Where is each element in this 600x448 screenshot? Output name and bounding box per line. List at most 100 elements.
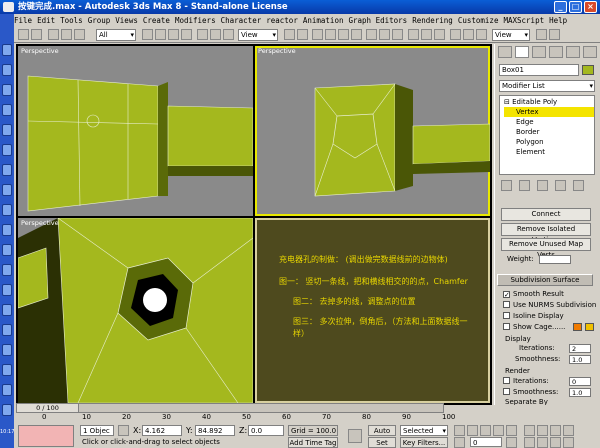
- redo-icon[interactable]: [31, 29, 42, 40]
- display-tab-icon[interactable]: [566, 46, 580, 58]
- render-smoothness-spinner[interactable]: 1.0: [569, 388, 591, 397]
- viewport-perspective-top-left[interactable]: Perspective: [18, 46, 253, 216]
- iterations-spinner[interactable]: 2: [569, 344, 591, 353]
- stack-item-polygon[interactable]: Polygon: [504, 137, 594, 147]
- zoom-extents-icon[interactable]: [550, 425, 561, 436]
- select-object-icon[interactable]: [142, 29, 153, 40]
- render-iterations-spinner[interactable]: 0: [569, 377, 591, 386]
- mirror-icon[interactable]: [379, 29, 390, 40]
- taskbar-app-icon[interactable]: [2, 224, 12, 236]
- spinner-snap-icon[interactable]: [351, 29, 362, 40]
- track-bar[interactable]: 0 10 20 30 40 50 60 70 80 90 100: [42, 413, 482, 425]
- angle-snap-icon[interactable]: [325, 29, 336, 40]
- curve-editor-icon[interactable]: [421, 29, 432, 40]
- maximize-viewport-icon[interactable]: [563, 437, 574, 448]
- menu-item-maxscript[interactable]: MAXScript: [503, 16, 544, 25]
- taskbar-app-icon[interactable]: [2, 144, 12, 156]
- select-manipulate-icon[interactable]: [297, 29, 308, 40]
- layer-manager-icon[interactable]: [408, 29, 419, 40]
- go-to-start-icon[interactable]: [454, 425, 465, 436]
- render-iterations-checkbox[interactable]: Iterations:: [503, 376, 549, 386]
- schematic-view-icon[interactable]: [434, 29, 445, 40]
- menu-item-edit[interactable]: Edit: [37, 16, 55, 25]
- set-key-button[interactable]: Set Key: [368, 437, 396, 448]
- remove-isolated-vertices-button[interactable]: Remove Isolated Vertices: [501, 223, 591, 244]
- object-color-swatch[interactable]: [582, 65, 594, 75]
- link-icon[interactable]: [48, 29, 59, 40]
- render-smoothness-checkbox[interactable]: Smoothness:: [503, 387, 558, 397]
- menu-item-tools[interactable]: Tools: [60, 16, 83, 25]
- weight-spinner[interactable]: [539, 255, 571, 264]
- reference-coordinate-dropdown[interactable]: View: [238, 29, 278, 41]
- menu-item-views[interactable]: Views: [115, 16, 138, 25]
- subdivision-surface-rollout[interactable]: Subdivision Surface: [497, 274, 593, 286]
- y-coordinate-field[interactable]: 84.892: [195, 425, 235, 436]
- taskbar-app-icon[interactable]: [2, 44, 12, 56]
- field-of-view-icon[interactable]: [524, 437, 535, 448]
- maxscript-listener[interactable]: [18, 425, 74, 447]
- zoom-all-icon[interactable]: [537, 425, 548, 436]
- taskbar-app-icon[interactable]: [2, 244, 12, 256]
- maximize-icon[interactable]: □: [569, 1, 582, 13]
- render-scene-icon[interactable]: [463, 29, 474, 40]
- taskbar-app-icon[interactable]: [2, 264, 12, 276]
- show-cage-checkbox[interactable]: Show Cage......: [503, 322, 565, 332]
- menu-item-rendering[interactable]: Rendering: [412, 16, 453, 25]
- smoothness-spinner[interactable]: 1.0: [569, 355, 591, 364]
- connect-button[interactable]: Connect: [501, 208, 591, 221]
- quick-render-icon[interactable]: [476, 29, 487, 40]
- modifier-list-dropdown[interactable]: Modifier List: [499, 80, 595, 92]
- show-end-result-icon[interactable]: [519, 180, 530, 191]
- select-by-name-icon[interactable]: [155, 29, 166, 40]
- remove-modifier-icon[interactable]: [555, 180, 566, 191]
- undo-icon[interactable]: [18, 29, 29, 40]
- menu-item-help[interactable]: Help: [549, 16, 567, 25]
- time-slider[interactable]: 0 / 100: [16, 403, 444, 413]
- isoline-display-checkbox[interactable]: Isoline Display: [503, 311, 564, 321]
- stack-item-editable-poly[interactable]: ⊟ Editable Poly: [504, 97, 594, 107]
- taskbar-app-icon[interactable]: [2, 204, 12, 216]
- render-last-icon[interactable]: [536, 29, 547, 40]
- menu-item-character[interactable]: Character: [221, 16, 262, 25]
- viewport-perspective-bottom-left[interactable]: Perspective: [18, 218, 253, 403]
- z-coordinate-field[interactable]: 0.0: [248, 425, 284, 436]
- motion-tab-icon[interactable]: [549, 46, 563, 58]
- taskbar-app-icon[interactable]: [2, 184, 12, 196]
- arc-rotate-icon[interactable]: [550, 437, 561, 448]
- align-icon[interactable]: [392, 29, 403, 40]
- taskbar-app-icon[interactable]: [2, 84, 12, 96]
- stack-item-edge[interactable]: Edge: [504, 117, 594, 127]
- viewport-label[interactable]: Perspective: [21, 47, 59, 55]
- taskbar-app-icon[interactable]: [2, 164, 12, 176]
- bind-space-warp-icon[interactable]: [74, 29, 85, 40]
- next-frame-icon[interactable]: [493, 425, 504, 436]
- x-coordinate-field[interactable]: 4.162: [142, 425, 182, 436]
- lock-selection-icon[interactable]: [118, 425, 129, 436]
- rectangular-selection-icon[interactable]: [168, 29, 179, 40]
- time-slider-thumb[interactable]: 0 / 100: [17, 404, 79, 412]
- pin-stack-icon[interactable]: [501, 180, 512, 191]
- stack-item-vertex[interactable]: Vertex: [504, 107, 594, 117]
- object-name-field[interactable]: Box01: [499, 64, 579, 76]
- configure-modifier-sets-icon[interactable]: [573, 180, 584, 191]
- remove-unused-map-verts-button[interactable]: Remove Unused Map Verts: [501, 238, 591, 259]
- auto-key-button[interactable]: Auto Key: [368, 425, 396, 445]
- close-icon[interactable]: ×: [584, 1, 597, 13]
- menu-item-reactor[interactable]: reactor: [266, 16, 298, 25]
- material-editor-icon[interactable]: [450, 29, 461, 40]
- create-tab-icon[interactable]: [498, 46, 512, 58]
- taskbar-app-icon[interactable]: [2, 124, 12, 136]
- taskbar-app-icon[interactable]: [2, 64, 12, 76]
- menu-item-graph-editors[interactable]: Graph Editors: [348, 16, 407, 25]
- named-selection-icon[interactable]: [366, 29, 377, 40]
- menu-item-create[interactable]: Create: [143, 16, 170, 25]
- utilities-tab-icon[interactable]: [583, 46, 597, 58]
- menu-item-animation[interactable]: Animation: [303, 16, 344, 25]
- current-frame-field[interactable]: 0: [470, 437, 502, 447]
- hierarchy-tab-icon[interactable]: [532, 46, 546, 58]
- taskbar-app-icon[interactable]: [2, 284, 12, 296]
- key-mode-toggle-icon[interactable]: [454, 437, 465, 448]
- render-type-dropdown[interactable]: View: [492, 29, 530, 41]
- menu-item-customize[interactable]: Customize: [458, 16, 499, 25]
- smooth-result-checkbox[interactable]: ✓ Smooth Result: [503, 289, 564, 299]
